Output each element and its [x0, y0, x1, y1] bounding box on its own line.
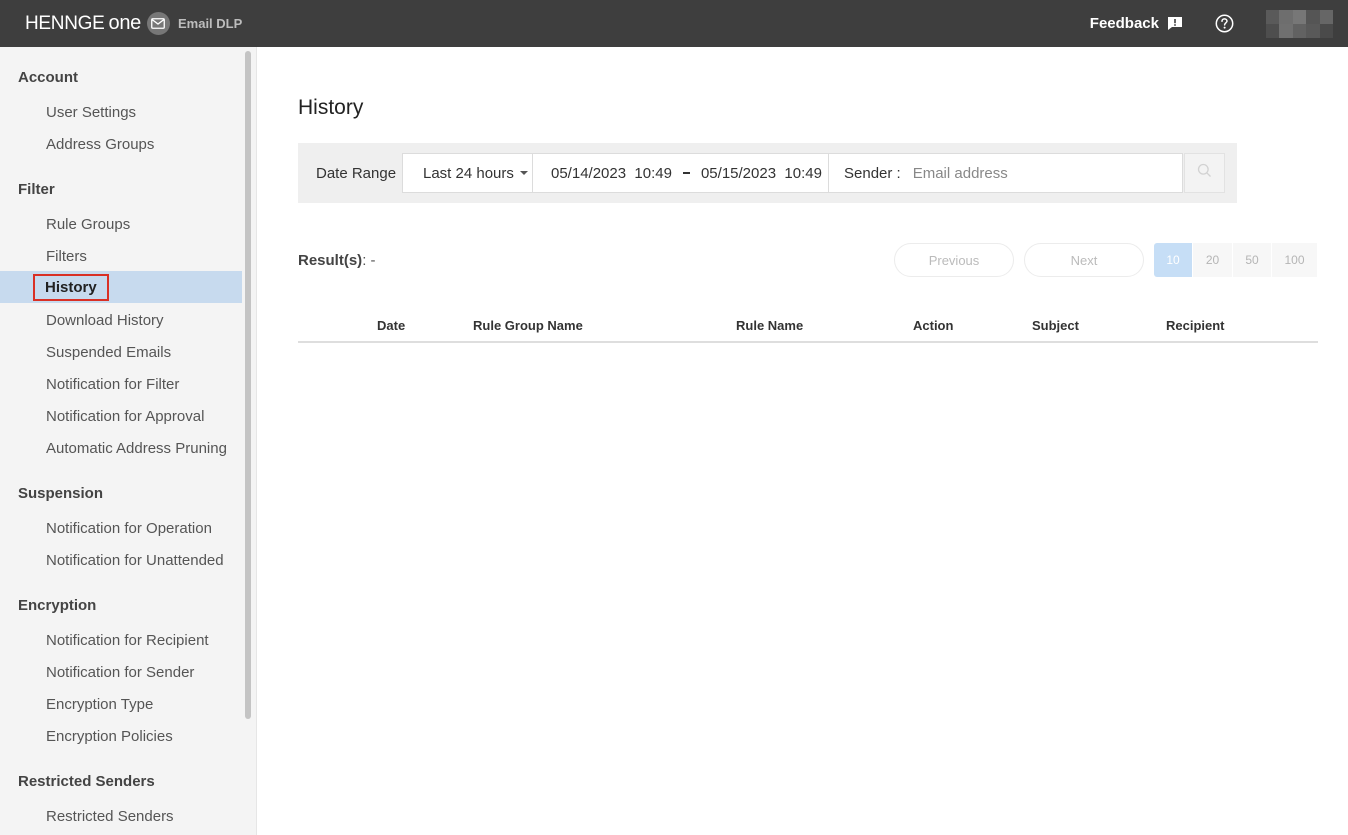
page-size-50[interactable]: 50	[1233, 243, 1272, 277]
page-size-selector: 10 20 50 100	[1154, 243, 1318, 277]
column-header-rule-group-name[interactable]: Rule Group Name	[473, 318, 583, 333]
sender-filter: Sender :	[829, 154, 1182, 192]
history-table-header: Date Rule Group Name Rule Name Action Su…	[298, 315, 1318, 343]
sidebar-item-address-groups[interactable]: Address Groups	[0, 128, 242, 160]
sidebar-item-filters[interactable]: Filters	[0, 240, 242, 272]
start-datetime[interactable]: 05/14/2023 10:49	[551, 165, 672, 182]
sidebar-item-automatic-address-pruning[interactable]: Automatic Address Pruning	[0, 432, 242, 464]
sidebar-item-notification-for-approval[interactable]: Notification for Approval	[0, 400, 242, 432]
column-header-date[interactable]: Date	[377, 318, 405, 333]
section-title-restricted-senders: Restricted Senders	[18, 773, 155, 790]
sidebar-scrollbar[interactable]	[245, 51, 251, 719]
sidebar-item-encryption-policies[interactable]: Encryption Policies	[0, 720, 242, 752]
sidebar-item-rule-groups[interactable]: Rule Groups	[0, 208, 242, 240]
page-size-10[interactable]: 10	[1154, 243, 1193, 277]
sidebar-item-notification-for-recipient[interactable]: Notification for Recipient	[0, 624, 242, 656]
previous-button[interactable]: Previous	[894, 243, 1014, 277]
sender-email-input[interactable]	[912, 164, 1173, 182]
caret-down-icon	[519, 171, 528, 175]
sidebar-item-restricted-senders[interactable]: Restricted Senders	[0, 800, 242, 832]
date-range-value: Last 24 hours	[423, 164, 514, 182]
top-header: HENNGE one Email DLP Feedback	[0, 0, 1348, 47]
column-header-recipient[interactable]: Recipient	[1166, 318, 1225, 333]
results-label: Result(s)	[298, 252, 363, 269]
section-title-filter: Filter	[18, 181, 55, 198]
sidebar-item-notification-for-operation[interactable]: Notification for Operation	[0, 512, 242, 544]
sidebar-item-history[interactable]: History	[0, 271, 242, 303]
results-count: Result(s): -	[298, 252, 376, 269]
search-button[interactable]	[1184, 153, 1225, 193]
sidebar-item-user-settings[interactable]: User Settings	[0, 96, 242, 128]
feedback-label: Feedback	[1089, 15, 1159, 32]
feedback-icon	[1167, 16, 1183, 31]
page-title: History	[298, 96, 364, 119]
product-name: Email DLP	[177, 16, 243, 31]
page-size-20[interactable]: 20	[1193, 243, 1233, 277]
sidebar-item-notification-for-filter[interactable]: Notification for Filter	[0, 368, 242, 400]
date-range-select[interactable]: Last 24 hours	[403, 154, 533, 192]
sender-label: Sender :	[844, 164, 901, 182]
page-size-100[interactable]: 100	[1272, 243, 1318, 277]
column-header-subject[interactable]: Subject	[1032, 318, 1079, 333]
column-header-action[interactable]: Action	[913, 318, 953, 333]
section-title-encryption: Encryption	[18, 597, 97, 614]
results-value: : -	[362, 252, 376, 269]
mail-icon	[146, 12, 170, 35]
user-avatar[interactable]	[1266, 9, 1333, 38]
brand[interactable]: HENNGE one Email DLP	[25, 12, 242, 35]
next-button[interactable]: Next	[1024, 243, 1144, 277]
filter-bar: Date Range Last 24 hours 05/14/2023 10:4…	[298, 143, 1237, 203]
sidebar: Account User Settings Address Groups Fil…	[0, 47, 257, 835]
sidebar-item-notification-for-unattended[interactable]: Notification for Unattended	[0, 544, 242, 576]
sidebar-item-encryption-type[interactable]: Encryption Type	[0, 688, 242, 720]
filter-box: Last 24 hours 05/14/2023 10:49 05/15/202…	[402, 153, 1183, 193]
sidebar-item-notification-for-sender[interactable]: Notification for Sender	[0, 656, 242, 688]
column-header-rule-name[interactable]: Rule Name	[736, 318, 803, 333]
date-range-label: Date Range	[316, 164, 397, 182]
brand-logo: HENNGE one	[25, 12, 141, 34]
range-separator	[682, 172, 690, 174]
main-content: History Date Range Last 24 hours 05/14/2…	[258, 47, 1348, 835]
section-title-account: Account	[18, 69, 78, 86]
feedback-button[interactable]: Feedback	[1090, 15, 1183, 32]
date-time-range: 05/14/2023 10:49 05/15/2023 10:49	[533, 154, 829, 192]
end-datetime[interactable]: 05/15/2023 10:49	[701, 165, 822, 182]
search-icon	[1197, 163, 1212, 183]
sidebar-item-suspended-emails[interactable]: Suspended Emails	[0, 336, 242, 368]
sidebar-item-history-label: History	[33, 273, 109, 301]
help-icon[interactable]	[1215, 14, 1234, 33]
sidebar-item-download-history[interactable]: Download History	[0, 304, 242, 336]
section-title-suspension: Suspension	[18, 485, 104, 502]
